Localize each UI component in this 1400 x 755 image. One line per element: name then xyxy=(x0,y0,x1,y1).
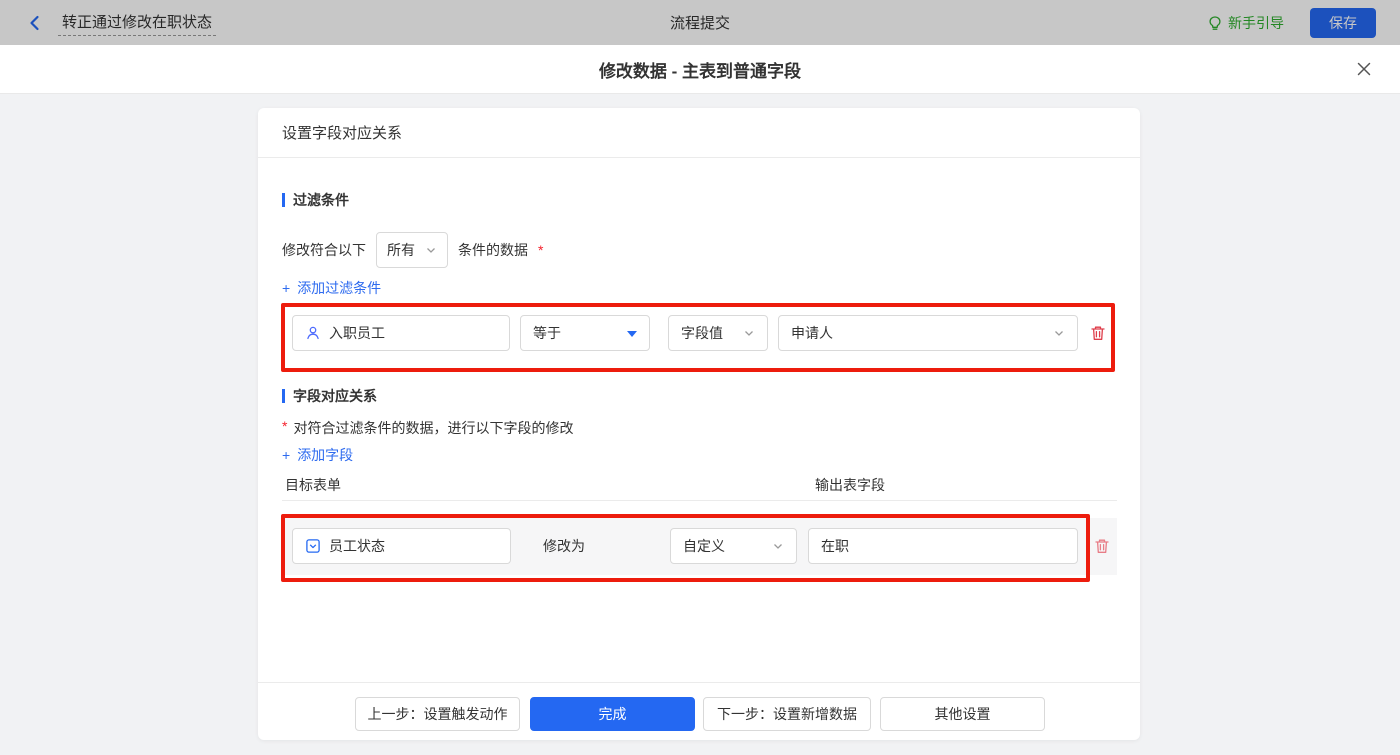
required-mark: * xyxy=(538,242,544,258)
compare-value-select[interactable]: 申请人 xyxy=(778,315,1078,351)
custom-value-text: 在职 xyxy=(821,538,849,554)
delete-mapping-row-icon[interactable] xyxy=(1092,536,1112,556)
column-header-target-form: 目标表单 xyxy=(285,477,341,493)
mapping-section-title-text: 字段对应关系 xyxy=(293,388,377,404)
section-accent-bar xyxy=(282,193,285,207)
value-mode-select[interactable]: 自定义 xyxy=(670,528,797,564)
prev-step-button[interactable]: 上一步：设置触发动作 xyxy=(355,697,520,731)
done-button[interactable]: 完成 xyxy=(530,697,695,731)
chevron-down-icon xyxy=(1053,327,1065,339)
filter-field-value: 入职员工 xyxy=(329,325,385,341)
condition-scope-value: 所有 xyxy=(387,242,415,258)
panel-title: 设置字段对应关系 xyxy=(258,108,1140,158)
filter-field-select[interactable]: 入职员工 xyxy=(292,315,510,351)
delete-filter-row-icon[interactable] xyxy=(1088,323,1108,343)
add-filter-condition-label: 添加过滤条件 xyxy=(297,280,382,296)
column-header-output-field: 输出表字段 xyxy=(815,477,885,493)
beginner-guide-label: 新手引导 xyxy=(1228,14,1284,31)
other-settings-button[interactable]: 其他设置 xyxy=(880,697,1045,731)
value-type-value: 字段值 xyxy=(681,325,723,341)
filter-section-title-text: 过滤条件 xyxy=(293,192,349,208)
modal-header: 修改数据 - 主表到普通字段 xyxy=(0,45,1400,94)
operator-value: 等于 xyxy=(533,325,561,341)
next-step-button[interactable]: 下一步：设置新增数据 xyxy=(703,697,871,731)
value-type-select[interactable]: 字段值 xyxy=(668,315,768,351)
mapping-section-title: 字段对应关系 xyxy=(282,386,377,406)
value-mode-value: 自定义 xyxy=(683,538,725,554)
condition-suffix-label: 条件的数据 xyxy=(458,242,528,258)
dropdown-field-icon xyxy=(305,538,321,554)
condition-prefix-label: 修改符合以下 xyxy=(282,242,366,258)
modify-to-label: 修改为 xyxy=(543,538,585,554)
panel-footer: 上一步：设置触发动作 完成 下一步：设置新增数据 其他设置 xyxy=(258,682,1140,740)
back-icon[interactable] xyxy=(26,14,44,32)
section-accent-bar xyxy=(282,389,285,403)
add-field-link[interactable]: + 添加字段 xyxy=(282,445,353,465)
custom-value-input[interactable]: 在职 xyxy=(808,528,1078,564)
save-button[interactable]: 保存 xyxy=(1310,7,1376,38)
screen: 转正通过修改在职状态 流程提交 新手引导 保存 修改数据 - 主表到普通字段 设… xyxy=(0,0,1400,755)
topbar: 转正通过修改在职状态 流程提交 新手引导 保存 xyxy=(0,0,1400,45)
add-filter-condition-link[interactable]: + 添加过滤条件 xyxy=(282,278,381,298)
modal-title: 修改数据 - 主表到普通字段 xyxy=(598,61,802,81)
lightbulb-icon xyxy=(1207,15,1223,31)
mapping-description-text: 对符合过滤条件的数据，进行以下字段的修改 xyxy=(293,420,574,436)
operator-select[interactable]: 等于 xyxy=(520,315,650,351)
condition-line: 修改符合以下 所有 条件的数据 * xyxy=(282,232,543,268)
beginner-guide-link[interactable]: 新手引导 xyxy=(1207,13,1284,33)
mapping-description: * 对符合过滤条件的数据，进行以下字段的修改 xyxy=(282,418,573,438)
table-header-divider xyxy=(282,500,1117,501)
filter-section-title: 过滤条件 xyxy=(282,190,349,210)
condition-scope-select[interactable]: 所有 xyxy=(376,232,448,268)
caret-down-icon xyxy=(627,330,637,342)
target-field-select[interactable]: 员工状态 xyxy=(292,528,511,564)
flow-name[interactable]: 转正通过修改在职状态 xyxy=(58,9,217,36)
settings-panel: 设置字段对应关系 过滤条件 修改符合以下 所有 条件的数据 * + 添加过滤条件 xyxy=(258,108,1140,740)
topbar-center-title: 流程提交 xyxy=(669,15,731,32)
plus-icon: + xyxy=(282,447,291,463)
close-icon[interactable] xyxy=(1354,59,1374,79)
required-mark: * xyxy=(282,418,288,434)
target-field-value: 员工状态 xyxy=(329,538,385,554)
plus-icon: + xyxy=(282,280,291,296)
chevron-down-icon xyxy=(743,327,755,339)
chevron-down-icon xyxy=(425,244,437,256)
add-field-label: 添加字段 xyxy=(297,447,354,463)
compare-value: 申请人 xyxy=(791,325,833,341)
chevron-down-icon xyxy=(772,540,784,552)
member-icon xyxy=(305,325,321,341)
